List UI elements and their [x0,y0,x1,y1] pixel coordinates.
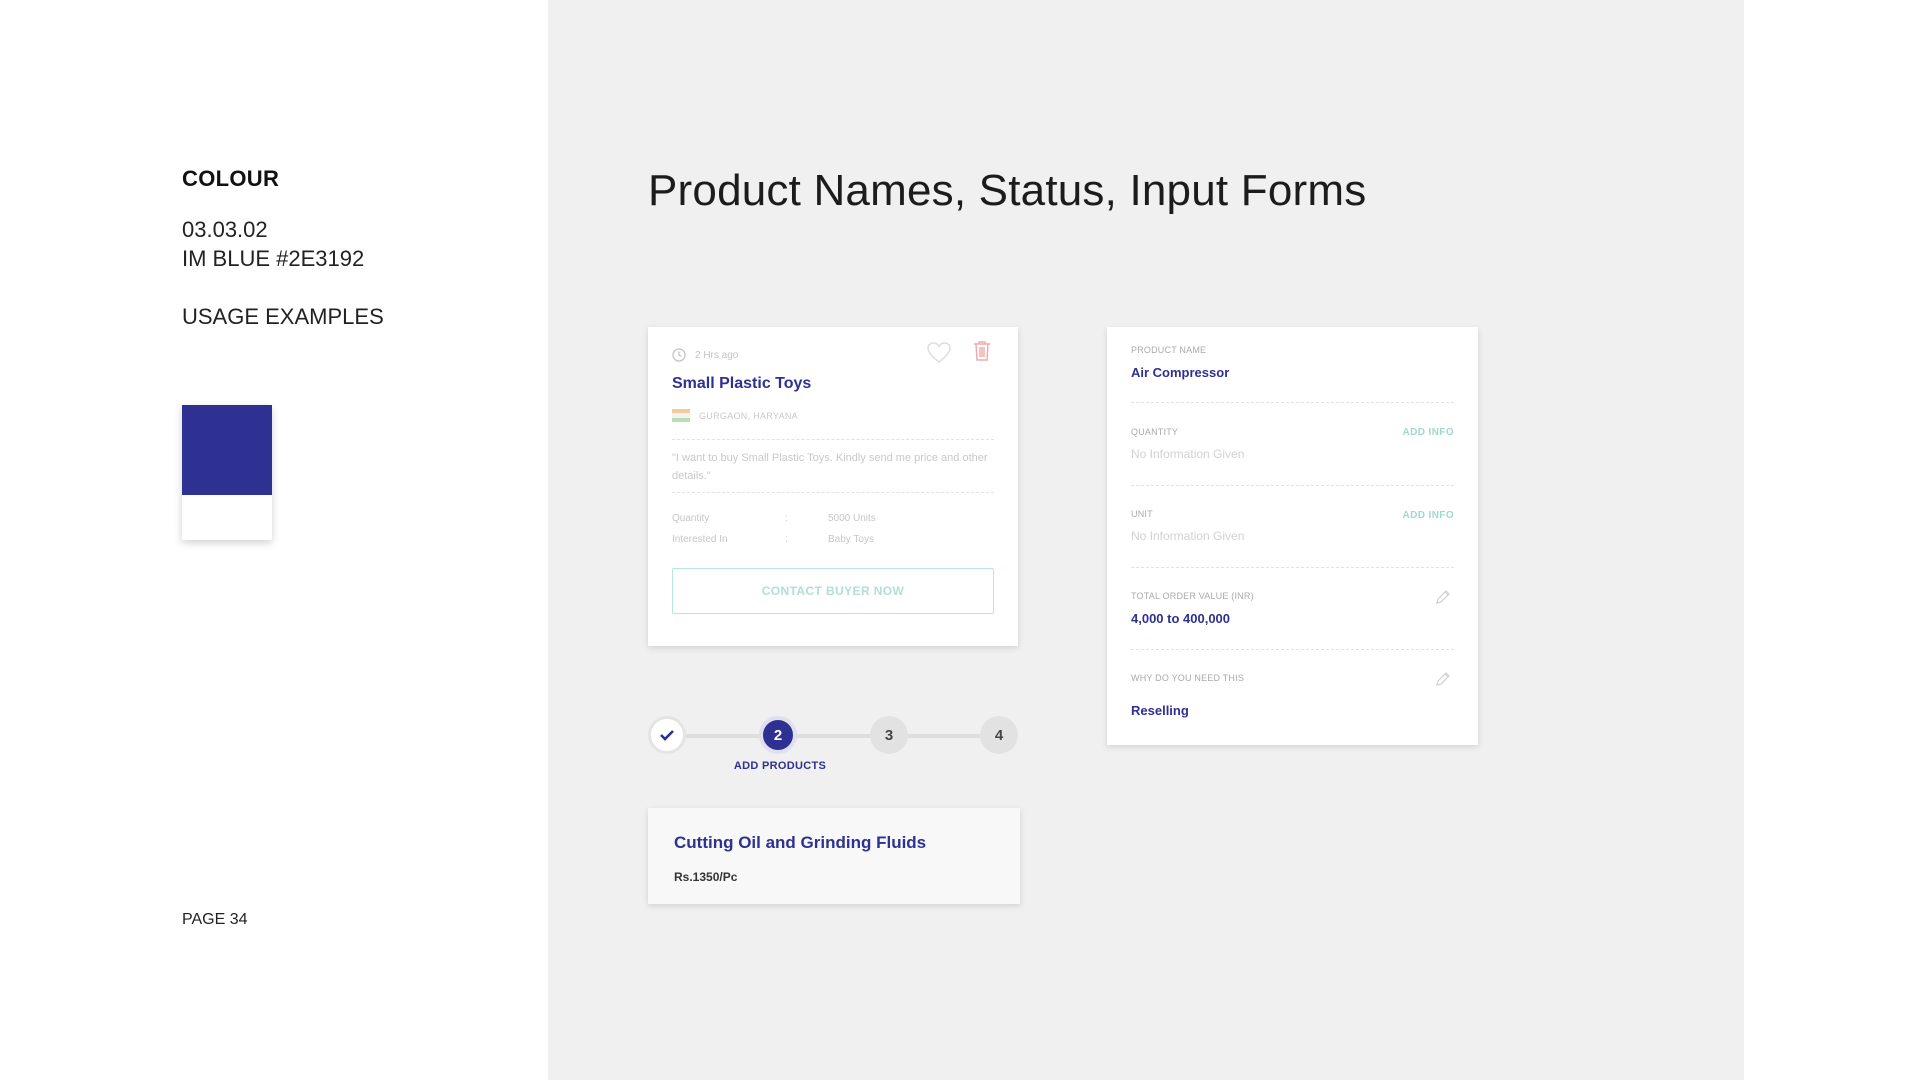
spec-label: Interested In [672,534,728,545]
color-name: IM BLUE #2E3192 [182,246,365,271]
step-label: ADD PRODUCTS [733,760,827,772]
usage-label: USAGE EXAMPLES [182,304,384,329]
divider [1131,402,1454,403]
step-connector [906,734,986,738]
divider [1131,485,1454,486]
spec-separator: : [785,534,788,545]
pencil-icon[interactable] [1435,671,1451,687]
order-value: 4,000 to 400,000 [1131,611,1231,626]
unit-label: UNIT [1131,509,1153,519]
buy-lead-card: 2 Hrs ago Small Plastic Toys GURGAON, HA… [648,327,1018,646]
product-card[interactable]: Cutting Oil and Grinding Fluids Rs.1350/… [648,808,1020,904]
divider [1131,649,1454,650]
right-margin [1744,0,1920,1080]
contact-buyer-button[interactable]: CONTACT BUYER NOW [672,568,994,614]
spec-value: Baby Toys [828,534,874,545]
divider [672,439,994,440]
product-name[interactable]: Cutting Oil and Grinding Fluids [674,833,926,853]
order-value-label: TOTAL ORDER VALUE (INR) [1131,591,1254,601]
pencil-icon[interactable] [1435,589,1451,605]
unit-field[interactable]: No Information Given [1131,529,1244,543]
why-label: WHY DO YOU NEED THIS [1131,673,1245,683]
divider [1131,567,1454,568]
requirement-form-card: PRODUCT NAME Air Compressor QUANTITY ADD… [1107,327,1478,745]
step-1-complete[interactable] [648,716,686,754]
quantity-add-info-link[interactable]: ADD INFO [1402,427,1454,438]
spec-label: Quantity [672,513,710,524]
color-swatch-fill [182,405,272,495]
step-connector [795,734,875,738]
step-2-active[interactable]: 2 [759,716,797,754]
lead-quote: "I want to buy Small Plastic Toys. Kindl… [672,452,988,482]
product-name-label: PRODUCT NAME [1131,345,1207,355]
lead-time: 2 Hrs ago [695,349,739,361]
spec-separator: : [785,513,788,524]
lead-time-row: 2 Hrs ago [672,347,738,363]
quantity-field[interactable]: No Information Given [1131,447,1244,461]
unit-add-info-link[interactable]: ADD INFO [1402,510,1454,521]
step-4[interactable]: 4 [980,716,1018,754]
india-flag-icon [672,409,690,422]
left-panel: COLOUR 03.03.02 IM BLUE #2E3192 USAGE EX… [0,0,548,1080]
color-swatch [182,405,272,540]
why-value: Reselling [1131,703,1189,718]
clock-icon [672,348,686,362]
checkmark-icon [660,730,674,741]
section-label: COLOUR [182,166,280,191]
step-connector [684,734,764,738]
trash-icon[interactable] [972,340,992,362]
progress-stepper: 2 3 4 ADD PRODUCTS [648,714,1020,774]
location-row: GURGAON, HARYANA [672,409,798,422]
lead-location: GURGAON, HARYANA [699,410,798,421]
page-title: Product Names, Status, Input Forms [648,166,1367,215]
page-number: PAGE 34 [182,911,248,928]
lead-title[interactable]: Small Plastic Toys [672,375,811,393]
product-price: Rs.1350/Pc [674,870,738,884]
quantity-label: QUANTITY [1131,427,1179,437]
section-code: 03.03.02 [182,217,268,242]
spec-value: 5000 Units [828,513,876,524]
divider [672,492,994,493]
product-name-value: Air Compressor [1131,365,1230,380]
step-3[interactable]: 3 [870,716,908,754]
heart-icon[interactable] [926,341,952,365]
